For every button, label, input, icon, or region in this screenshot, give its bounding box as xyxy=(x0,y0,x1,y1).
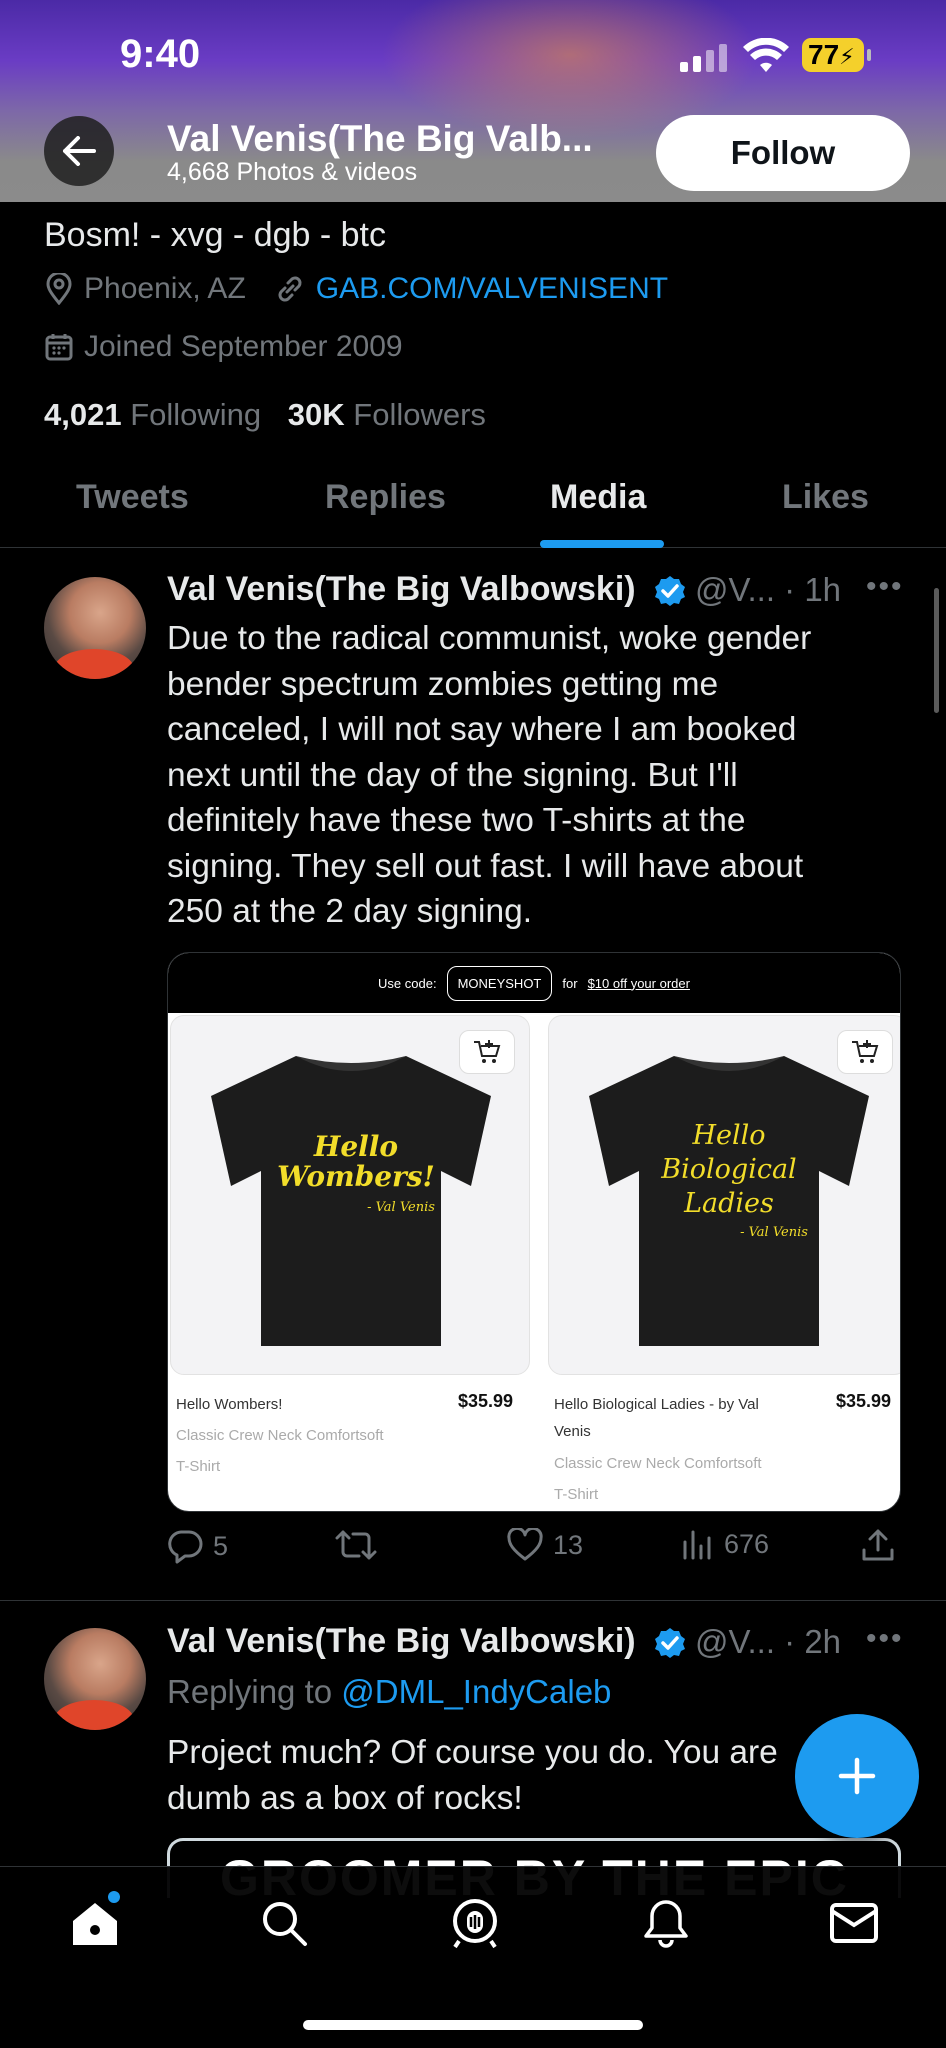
replying-to: Replying to @DML_IndyCaleb xyxy=(167,1673,612,1710)
retweet-button[interactable] xyxy=(335,1528,377,1562)
svg-text:Hello: Hello xyxy=(691,1120,765,1151)
follow-button[interactable]: Follow xyxy=(656,115,910,191)
svg-text:Hello: Hello xyxy=(313,1130,398,1163)
battery-indicator: 77⚡ xyxy=(802,38,871,72)
tweet-handle-time: @V... · 1h xyxy=(695,571,842,608)
tab-replies[interactable]: Replies xyxy=(325,478,446,517)
avatar[interactable] xyxy=(44,1628,146,1730)
profile-display-name: Val Venis(The Big Valb... xyxy=(167,118,593,159)
tab-tweets[interactable]: Tweets xyxy=(76,478,189,517)
followers-link[interactable]: 30K Followers xyxy=(288,397,486,432)
cart-icon xyxy=(474,1040,501,1063)
more-icon[interactable]: ••• xyxy=(866,570,904,604)
active-tab-indicator xyxy=(540,540,664,548)
product-price-2: $35.99 xyxy=(836,1391,892,1411)
like-button[interactable]: 13 xyxy=(507,1528,583,1562)
nav-notifications[interactable] xyxy=(636,1893,696,1953)
status-time: 9:40 xyxy=(120,32,201,76)
tab-likes[interactable]: Likes xyxy=(782,478,869,517)
home-indicator xyxy=(303,2020,643,2030)
tweet-handle-time: @V... · 2h xyxy=(695,1623,842,1660)
tweet-author-name[interactable]: Val Venis(The Big Valbowski) xyxy=(167,570,687,609)
profile-tabs: Tweets Replies Media Likes xyxy=(0,460,946,548)
tweet-text: Due to the radical communist, woke gende… xyxy=(167,620,812,930)
product-subtitle-2b: T-Shirt xyxy=(554,1486,599,1503)
svg-text:Ladies: Ladies xyxy=(683,1188,774,1219)
reply-button[interactable]: 5 xyxy=(167,1528,228,1564)
profile-location: Phoenix, AZ xyxy=(84,272,246,305)
wifi-icon xyxy=(742,37,790,79)
share-icon xyxy=(862,1529,894,1561)
promo-code: MONEYSHOT xyxy=(446,965,553,1001)
search-icon xyxy=(263,1902,307,1946)
location-pin-icon xyxy=(44,273,74,305)
add-to-cart-button[interactable] xyxy=(459,1030,515,1074)
share-button[interactable] xyxy=(861,1528,895,1562)
nav-spaces[interactable] xyxy=(445,1893,505,1953)
tweet-actions: 5 13 676 xyxy=(167,1528,907,1578)
product-card-1: Hello Wombers! - Val Venis xyxy=(170,1015,530,1375)
svg-text:Wombers!: Wombers! xyxy=(277,1160,435,1193)
svg-text:- Val Venis: - Val Venis xyxy=(367,1200,435,1215)
more-icon[interactable]: ••• xyxy=(866,1622,904,1656)
profile-meta-row: Phoenix, AZ GAB.COM/VALVENISENT xyxy=(44,272,668,306)
tweet-divider xyxy=(0,1600,946,1601)
cellular-signal-icon xyxy=(680,44,727,72)
nav-messages[interactable] xyxy=(824,1893,884,1953)
replying-to-handle[interactable]: @DML_IndyCaleb xyxy=(341,1673,611,1710)
tab-media[interactable]: Media xyxy=(550,478,646,517)
follow-counts: 4,021 Following 30K Followers xyxy=(44,397,486,433)
back-button[interactable] xyxy=(44,116,114,186)
svg-text:- Val Venis: - Val Venis xyxy=(740,1225,808,1240)
svg-text:Biological: Biological xyxy=(660,1154,796,1185)
verified-badge-icon xyxy=(655,1628,686,1659)
media-count: 4,668 Photos & videos xyxy=(167,158,418,186)
tshirt-image: Hello Wombers! - Val Venis xyxy=(211,1056,491,1346)
home-icon xyxy=(73,1903,117,1945)
link-icon xyxy=(274,273,306,305)
tshirt-image: Hello Biological Ladies - Val Venis xyxy=(589,1056,869,1346)
profile-header-banner: 9:40 77⚡ Val Venis(The Big Valb... 4,668… xyxy=(0,0,946,202)
tweet-text: Project much? Of course you do. You are … xyxy=(167,1734,778,1817)
promo-link: $10 off your order xyxy=(587,975,690,991)
product-card-2: Hello Biological Ladies - Val Venis xyxy=(548,1015,900,1375)
scrollbar[interactable] xyxy=(934,588,939,713)
notifications-icon xyxy=(644,1900,688,1948)
views-button[interactable]: 676 xyxy=(682,1528,769,1560)
compose-tweet-button[interactable] xyxy=(795,1714,919,1838)
views-icon xyxy=(683,1530,711,1560)
product-price-1: $35.99 xyxy=(458,1391,514,1411)
following-link[interactable]: 4,021 Following xyxy=(44,397,261,432)
profile-joined-date: Joined September 2009 xyxy=(84,330,403,363)
tweet-media-image[interactable]: Use code: MONEYSHOT for $10 off your ord… xyxy=(167,952,901,1512)
product-subtitle-1b: T-Shirt xyxy=(176,1458,221,1475)
cart-icon xyxy=(852,1040,879,1063)
profile-bio: Bosm! - xvg - dgb - btc xyxy=(44,216,386,254)
tweet-author-name[interactable]: Val Venis(The Big Valbowski) xyxy=(167,1622,687,1661)
profile-website-link[interactable]: GAB.COM/VALVENISENT xyxy=(316,272,668,306)
home-notification-dot xyxy=(108,1891,120,1903)
verified-badge-icon xyxy=(655,576,686,607)
nav-search[interactable] xyxy=(254,1893,314,1953)
spaces-icon xyxy=(453,1899,497,1949)
back-arrow-icon xyxy=(63,136,96,166)
reply-icon xyxy=(168,1530,203,1564)
product-title-1: Hello Wombers! xyxy=(176,1396,283,1413)
product-title-2: Hello Biological Ladies - by Val Venis xyxy=(554,1396,759,1440)
product-subtitle-2: Classic Crew Neck Comfortsoft xyxy=(554,1455,762,1472)
calendar-icon xyxy=(44,332,74,362)
promo-bar: Use code: MONEYSHOT for $10 off your ord… xyxy=(168,953,900,1013)
add-to-cart-button[interactable] xyxy=(837,1030,893,1074)
retweet-icon xyxy=(335,1530,377,1560)
messages-icon xyxy=(830,1903,878,1943)
avatar[interactable] xyxy=(44,577,146,679)
like-icon xyxy=(507,1528,543,1561)
profile-joined-row: Joined September 2009 xyxy=(44,330,403,364)
compose-icon xyxy=(838,1757,876,1795)
product-subtitle-1: Classic Crew Neck Comfortsoft xyxy=(176,1427,384,1444)
